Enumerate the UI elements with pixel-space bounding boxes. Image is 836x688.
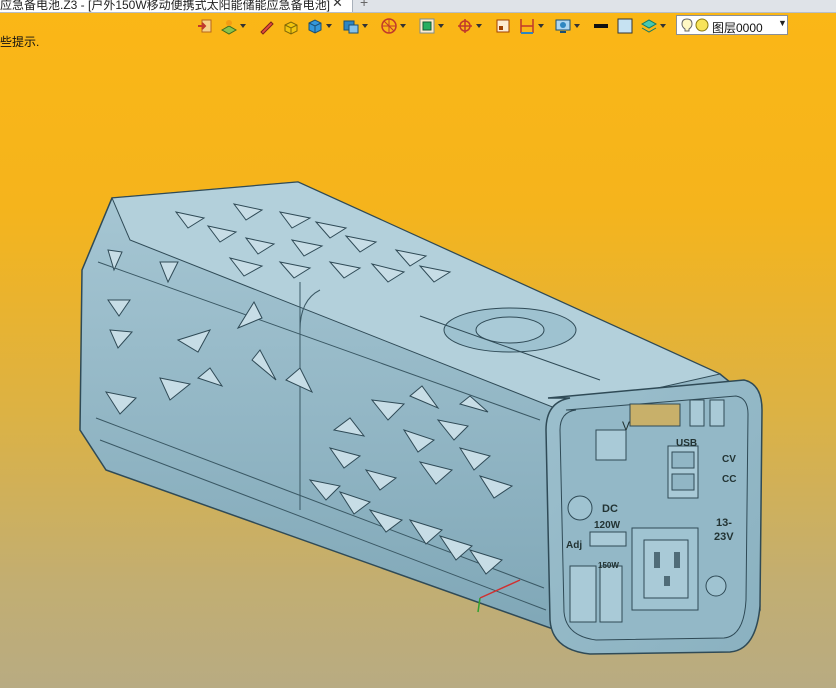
v-mark-label: V: [622, 419, 630, 433]
fill-color-button[interactable]: [616, 16, 634, 36]
adj-label: Adj: [566, 540, 582, 551]
render-icon: [555, 19, 571, 33]
chevron-down-icon: [400, 24, 406, 28]
layers-button[interactable]: [640, 16, 666, 36]
shaded-cube-icon: [308, 19, 322, 34]
document-tab[interactable]: 应急备电池.Z3 - [户外150W移动便携式太阳能储能应急备电池] ✕: [0, 0, 353, 12]
frame-icon: [496, 19, 510, 33]
prompt-hint: 些提示.: [0, 35, 40, 49]
3d-viewport[interactable]: V USB CV CC DC 120W Adj 150W 13- 23V 些提示…: [0, 0, 836, 688]
dc-watts-label: 120W: [594, 520, 621, 531]
chevron-down-icon[interactable]: ▼: [778, 18, 787, 28]
layer-visibility-icon[interactable]: [679, 16, 711, 34]
pencil-icon: [260, 21, 274, 35]
measure-icon: [520, 19, 534, 34]
document-tab-bar: 应急备电池.Z3 - [户外150W移动便携式太阳能储能应急备电池] ✕ +: [0, 0, 836, 13]
tab-title: 应急备电池.Z3 - [户外150W移动便携式太阳能储能应急备电池]: [0, 0, 331, 12]
view-orient-icon: [381, 18, 397, 34]
chevron-down-icon: [240, 24, 246, 28]
layers-icon: [640, 19, 658, 33]
chevron-down-icon: [476, 24, 482, 28]
fill-color-icon: [617, 18, 633, 34]
battery-model[interactable]: V USB CV CC DC 120W Adj 150W 13- 23V: [0, 0, 836, 688]
chevron-down-icon: [326, 24, 332, 28]
display-mode-icon: [343, 20, 359, 34]
close-tab-icon[interactable]: ✕: [332, 0, 343, 11]
shaded-cube-button[interactable]: [306, 16, 332, 36]
sketch-plane-button[interactable]: [220, 16, 246, 36]
solid-box-button[interactable]: [282, 16, 300, 36]
usb-label: USB: [676, 438, 697, 449]
frame-button[interactable]: [494, 16, 512, 36]
zoom-fit-icon: [419, 18, 435, 34]
voltage-bottom-label: 23V: [714, 531, 734, 543]
chevron-down-icon: [438, 24, 444, 28]
new-tab-icon[interactable]: +: [360, 0, 368, 10]
voltage-top-label: 13-: [716, 517, 732, 529]
measure-button[interactable]: [518, 16, 544, 36]
chevron-down-icon: [660, 24, 666, 28]
snap-icon: [458, 19, 472, 33]
exit-sketch-button[interactable]: [196, 16, 214, 36]
cc-label: CC: [722, 474, 736, 485]
pencil-button[interactable]: [258, 16, 276, 36]
dc-label: DC: [602, 503, 618, 515]
exit-sketch-icon: [198, 19, 212, 33]
cv-label: CV: [722, 454, 736, 465]
solid-box-icon: [284, 21, 298, 35]
chevron-down-icon: [538, 24, 544, 28]
layer-select[interactable]: 图层0000 ▼: [676, 15, 788, 35]
layer-name: 图层0000: [712, 21, 763, 35]
chevron-down-icon: [362, 24, 368, 28]
sketch-plane-icon: [220, 20, 238, 35]
zoom-fit-button[interactable]: [418, 16, 444, 36]
display-mode-button[interactable]: [342, 16, 368, 36]
render-button[interactable]: [554, 16, 580, 36]
line-color-icon: [594, 24, 608, 28]
line-color-button[interactable]: [592, 16, 610, 36]
view-orient-button[interactable]: [380, 16, 406, 36]
ac-watts-label: 150W: [598, 561, 619, 570]
chevron-down-icon: [574, 24, 580, 28]
snap-button[interactable]: [456, 16, 482, 36]
